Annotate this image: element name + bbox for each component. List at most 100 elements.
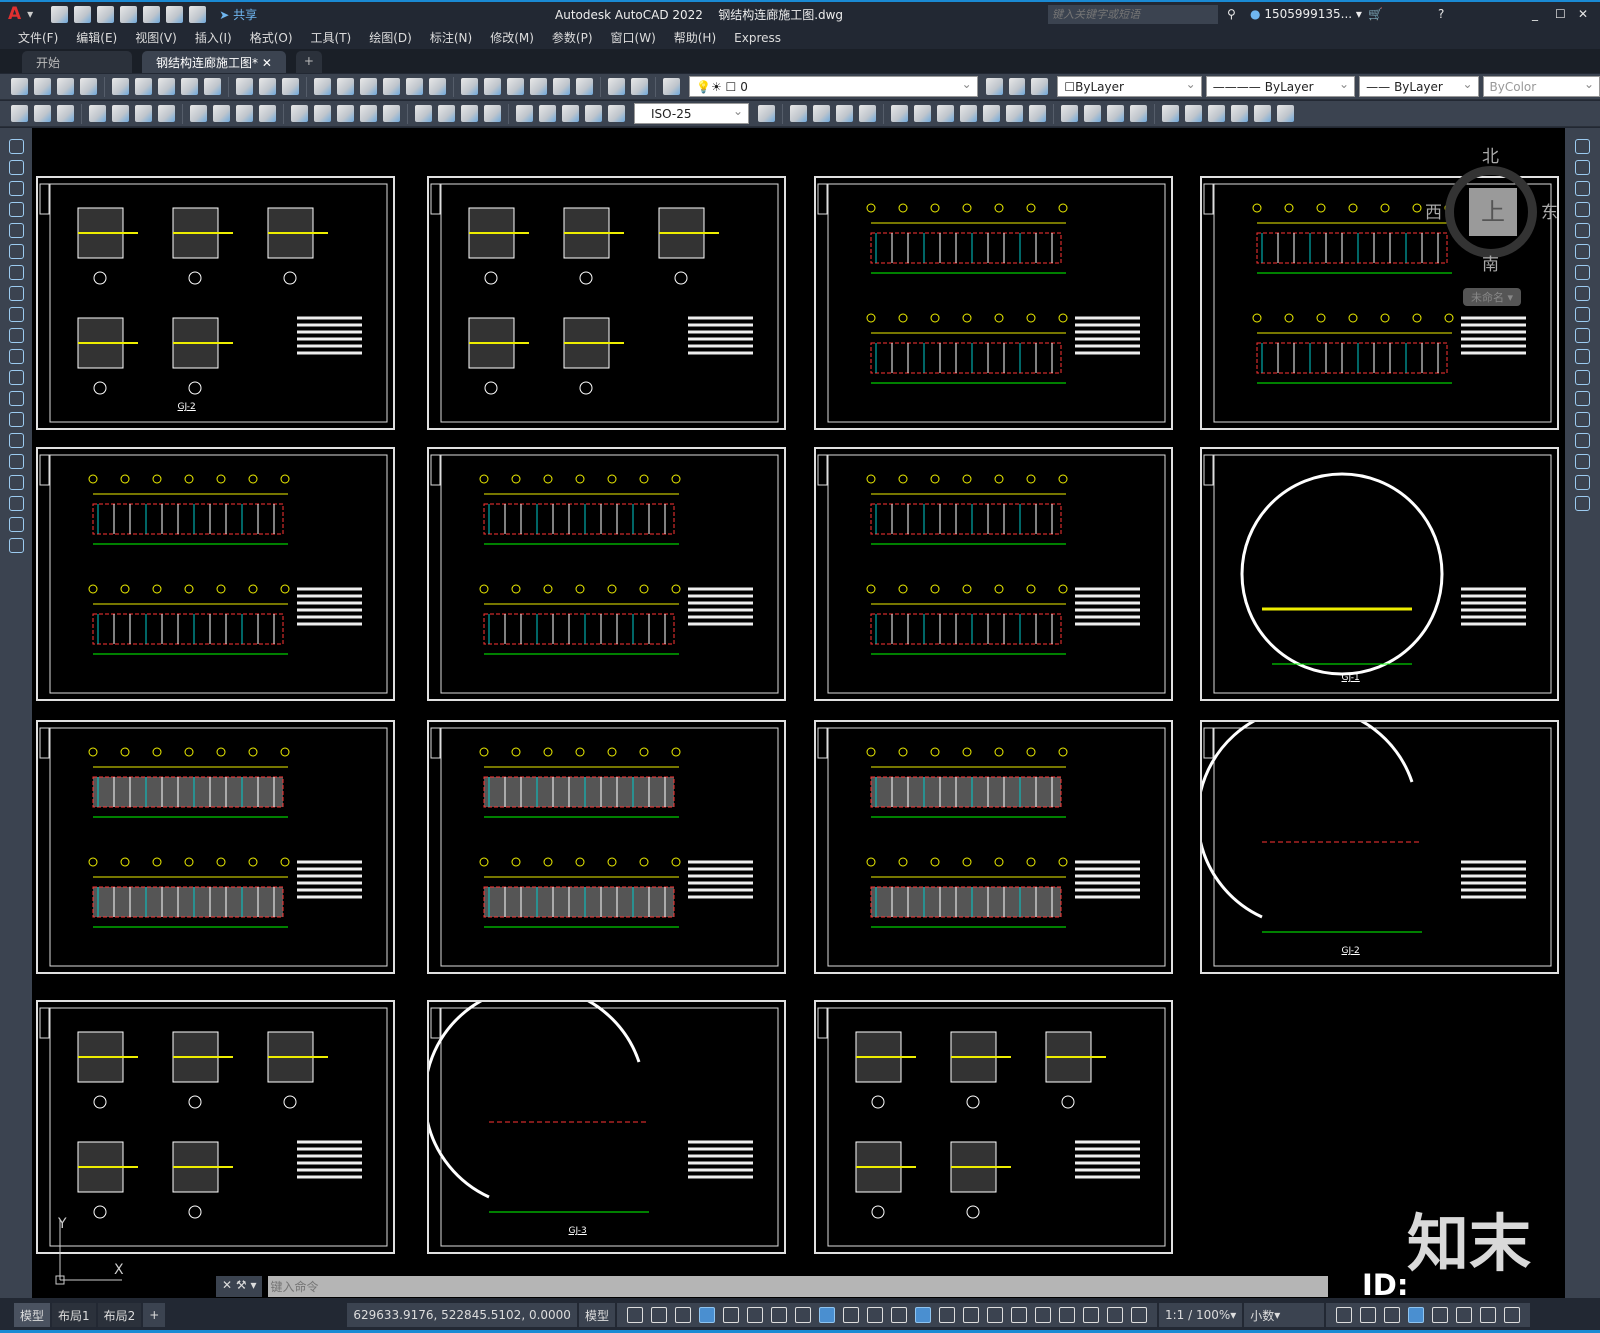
menu-item[interactable]: Express	[734, 31, 781, 45]
toolbar-tool-icon[interactable]	[461, 78, 478, 95]
dimension-tool-icon[interactable]	[438, 105, 455, 122]
modify-tool-icon[interactable]	[1575, 202, 1590, 217]
toolbar-tool-icon[interactable]	[553, 78, 570, 95]
modify-tool-icon[interactable]	[1254, 105, 1271, 122]
modify-tool-icon[interactable]	[1575, 244, 1590, 259]
draw-tool-icon[interactable]	[8, 475, 24, 490]
modify-tool-icon[interactable]	[1208, 105, 1225, 122]
drawing-sheet[interactable]	[427, 447, 786, 701]
redo-icon[interactable]	[189, 5, 207, 23]
drawing-sheet[interactable]	[36, 447, 395, 701]
draw-tool-icon[interactable]	[8, 139, 24, 154]
search-icon[interactable]: ⚲	[1227, 7, 1236, 21]
command-input[interactable]	[270, 1279, 1328, 1294]
modify-tool-icon[interactable]	[1575, 496, 1590, 511]
modify-tool-icon[interactable]	[914, 105, 931, 122]
dimension-tool-icon[interactable]	[360, 105, 377, 122]
status-tool-icon[interactable]	[1384, 1307, 1401, 1323]
status-toggle-icon[interactable]	[1058, 1307, 1075, 1323]
draw-tool-icon[interactable]	[8, 181, 24, 196]
modify-tool-icon[interactable]	[1277, 105, 1294, 122]
close-button[interactable]: ✕	[1578, 7, 1588, 21]
modify-tool-icon[interactable]	[1575, 475, 1590, 490]
menu-item[interactable]: 绘图(D)	[369, 29, 412, 46]
drawing-sheet[interactable]: GJ-3	[427, 1000, 786, 1254]
drawing-sheet[interactable]	[814, 1000, 1173, 1254]
toolbar-tool-icon[interactable]	[34, 78, 51, 95]
toolbar-tool-icon[interactable]	[181, 78, 198, 95]
dimension-tool-icon[interactable]	[190, 105, 207, 122]
modify-tool-icon[interactable]	[1061, 105, 1078, 122]
drawing-sheet[interactable]	[427, 176, 786, 430]
status-toggle-icon[interactable]	[938, 1307, 955, 1323]
toolbar-tool-icon[interactable]	[282, 78, 299, 95]
autocad-logo-icon[interactable]: A	[8, 4, 21, 24]
new-tab-button[interactable]: +	[295, 51, 322, 73]
toolbar-tool-icon[interactable]	[406, 78, 423, 95]
viewcube[interactable]: 上 北 南 西 东 未命名 ▾	[1425, 147, 1558, 306]
status-toggle-icon[interactable]	[1082, 1307, 1099, 1323]
layout-tab[interactable]: 模型	[14, 1303, 51, 1327]
draw-tool-icon[interactable]	[8, 328, 24, 343]
dimension-tool-icon[interactable]	[57, 105, 74, 122]
draw-tool-icon[interactable]	[8, 349, 24, 364]
dimstyle-dropdown[interactable]: ISO-25	[634, 103, 749, 124]
open-icon[interactable]	[74, 5, 92, 23]
status-toggle-icon[interactable]	[794, 1307, 811, 1323]
layout-tab[interactable]: 布局2	[97, 1303, 142, 1327]
status-toggle-icon[interactable]	[914, 1307, 931, 1323]
draw-tool-icon[interactable]	[8, 538, 24, 553]
modify-tool-icon[interactable]	[1084, 105, 1101, 122]
toolbar-tool-icon[interactable]	[204, 78, 221, 95]
compass-east[interactable]: 东	[1541, 198, 1558, 223]
status-toggle-icon[interactable]	[698, 1307, 715, 1323]
dimension-tool-icon[interactable]	[516, 105, 533, 122]
modify-tool-icon[interactable]	[1575, 286, 1590, 301]
dimension-tool-icon[interactable]	[484, 105, 501, 122]
menu-item[interactable]: 窗口(W)	[611, 29, 656, 46]
menu-item[interactable]: 修改(M)	[490, 29, 534, 46]
dimension-tool-icon[interactable]	[461, 105, 478, 122]
drawing-sheet[interactable]	[814, 176, 1173, 430]
compass-south[interactable]: 南	[1482, 250, 1499, 275]
toolbar-tool-icon[interactable]	[663, 78, 680, 95]
menu-item[interactable]: 参数(P)	[552, 29, 593, 46]
status-toggle-icon[interactable]	[962, 1307, 979, 1323]
status-toggle-icon[interactable]	[1034, 1307, 1051, 1323]
help-icon[interactable]: ?	[1438, 7, 1444, 21]
status-toggle-icon[interactable]	[866, 1307, 883, 1323]
modify-tool-icon[interactable]	[960, 105, 977, 122]
draw-tool-icon[interactable]	[8, 223, 24, 238]
draw-tool-icon[interactable]	[8, 412, 24, 427]
draw-tool-icon[interactable]	[8, 307, 24, 322]
status-toggle-icon[interactable]	[722, 1307, 739, 1323]
layer-states-icon[interactable]	[1031, 78, 1049, 95]
menu-item[interactable]: 格式(O)	[250, 29, 293, 46]
toolbar-tool-icon[interactable]	[57, 78, 74, 95]
modify-tool-icon[interactable]	[813, 105, 830, 122]
user-account[interactable]: ● 1505999135... ▾	[1250, 7, 1362, 21]
dimension-tool-icon[interactable]	[383, 105, 400, 122]
modify-tool-icon[interactable]	[1575, 328, 1590, 343]
draw-tool-icon[interactable]	[8, 286, 24, 301]
drawing-canvas[interactable]: GJ-2 GJ-1 GJ-2 GJ-3 上 北 南 西 东 未命名 ▾ YX 知末 I…	[32, 128, 1565, 1298]
status-tool-icon[interactable]	[1336, 1307, 1353, 1323]
draw-tool-icon[interactable]	[8, 202, 24, 217]
draw-tool-icon[interactable]	[8, 454, 24, 469]
modify-tool-icon[interactable]	[1162, 105, 1179, 122]
drawing-sheet[interactable]	[427, 720, 786, 974]
toolbar-tool-icon[interactable]	[576, 78, 593, 95]
ucs-dropdown[interactable]: 未命名 ▾	[1463, 288, 1522, 306]
toolbar-tool-icon[interactable]	[360, 78, 377, 95]
undo-icon[interactable]	[166, 5, 184, 23]
status-toggle-icon[interactable]	[626, 1307, 643, 1323]
layer-previous-icon[interactable]	[1008, 78, 1026, 95]
modify-tool-icon[interactable]	[1575, 139, 1590, 154]
modify-tool-icon[interactable]	[790, 105, 807, 122]
toolbar-tool-icon[interactable]	[383, 78, 400, 95]
toolbar-tool-icon[interactable]	[507, 78, 524, 95]
status-tool-icon[interactable]	[1504, 1307, 1521, 1323]
status-toggle-icon[interactable]	[1010, 1307, 1027, 1323]
modify-tool-icon[interactable]	[758, 105, 775, 122]
units-dropdown[interactable]: 小数 ▾	[1244, 1303, 1325, 1327]
